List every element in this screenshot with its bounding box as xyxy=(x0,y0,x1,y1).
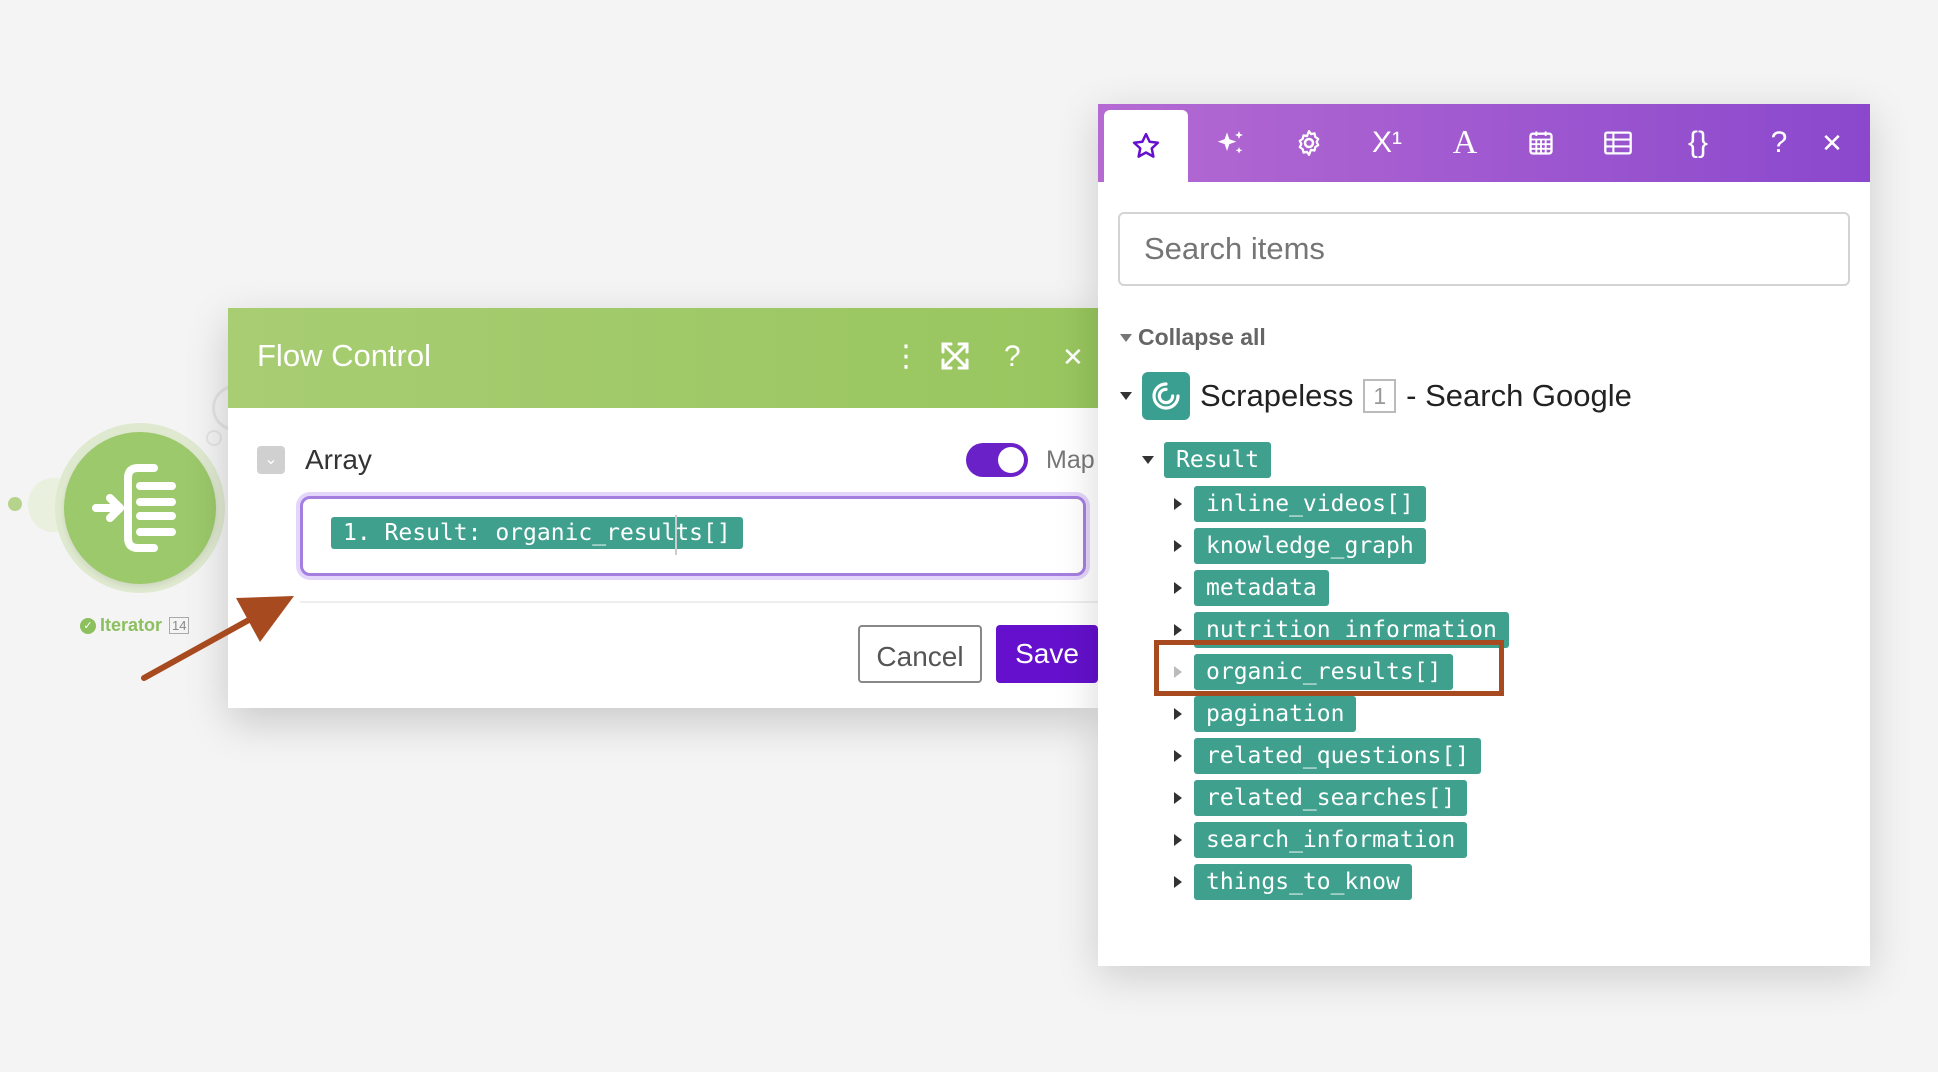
chevron-right-icon xyxy=(1174,876,1182,888)
chevron-down-icon xyxy=(1120,392,1132,400)
text-caret xyxy=(675,515,677,555)
annotation-highlight-box xyxy=(1154,640,1504,696)
chevron-down-icon xyxy=(1142,456,1154,464)
module-suffix: - Search Google xyxy=(1406,378,1632,413)
check-icon: ✓ xyxy=(80,617,96,634)
flow-control-dialog: Flow Control ⋮ ? ✕ ⌄ Array Map 1. Result… xyxy=(228,308,1098,708)
item-tag[interactable]: inline_videos[] xyxy=(1194,486,1426,522)
chevron-right-icon xyxy=(1174,540,1182,552)
flow-control-header: Flow Control ⋮ ? ✕ xyxy=(228,308,1098,408)
item-tag[interactable]: things_to_know xyxy=(1194,864,1412,900)
divider xyxy=(300,601,1098,603)
mapping-tab-bar: X¹ A {} ? ✕ xyxy=(1098,104,1870,182)
save-button[interactable]: Save xyxy=(996,625,1098,683)
list-item[interactable]: related_questions[] xyxy=(1174,738,1482,774)
chevron-right-icon xyxy=(1174,750,1182,762)
superscript-glyph: X¹ xyxy=(1372,126,1402,159)
chevron-right-icon xyxy=(1174,582,1182,594)
map-toggle[interactable] xyxy=(966,443,1028,477)
item-tag[interactable]: metadata xyxy=(1194,570,1329,606)
list-item[interactable]: inline_videos[] xyxy=(1174,486,1426,522)
route-dot xyxy=(8,497,22,511)
list-item[interactable]: things_to_know xyxy=(1174,864,1412,900)
scrapeless-icon xyxy=(1142,372,1190,420)
help-glyph: ? xyxy=(1770,126,1788,159)
flow-control-title: Flow Control xyxy=(257,338,431,373)
array-input[interactable]: 1. Result: organic_results[] xyxy=(300,496,1086,576)
iterator-icon[interactable] xyxy=(64,432,216,584)
chevron-right-icon xyxy=(1174,834,1182,846)
list-item[interactable]: knowledge_graph xyxy=(1174,528,1426,564)
braces-glyph: {} xyxy=(1687,126,1709,159)
collapse-all-button[interactable]: Collapse all xyxy=(1120,324,1266,351)
mapped-value-pill[interactable]: 1. Result: organic_results[] xyxy=(331,517,743,549)
chevron-right-icon xyxy=(1174,792,1182,804)
result-tag[interactable]: Result xyxy=(1164,442,1272,478)
list-item[interactable]: search_information xyxy=(1174,822,1468,858)
calendar-icon[interactable] xyxy=(1502,104,1580,182)
more-options-icon[interactable]: ⋮ xyxy=(891,340,921,374)
superscript-icon[interactable]: X¹ xyxy=(1348,104,1426,182)
braces-icon[interactable]: {} xyxy=(1659,104,1737,182)
close-icon[interactable]: ✕ xyxy=(1793,104,1871,182)
result-node[interactable]: Result xyxy=(1142,442,1272,478)
item-tag[interactable]: related_questions[] xyxy=(1194,738,1482,774)
table-icon[interactable] xyxy=(1579,104,1657,182)
chevron-down-icon xyxy=(1120,333,1132,342)
text-glyph: A xyxy=(1452,124,1478,161)
annotation-arrow xyxy=(141,596,294,681)
chevron-right-icon xyxy=(1174,708,1182,720)
list-item[interactable]: pagination xyxy=(1174,696,1357,732)
map-toggle-knob xyxy=(998,447,1024,473)
map-label: Map xyxy=(1046,446,1095,474)
expand-icon[interactable] xyxy=(940,341,970,379)
text-icon[interactable]: A xyxy=(1426,104,1504,182)
list-item[interactable]: related_searches[] xyxy=(1174,780,1468,816)
item-tag[interactable]: knowledge_graph xyxy=(1194,528,1426,564)
item-tag[interactable]: pagination xyxy=(1194,696,1357,732)
star-icon[interactable] xyxy=(1104,110,1188,182)
array-label: Array xyxy=(305,444,372,475)
mapping-panel: X¹ A {} ? ✕ Collapse all Scrapeless 1 - … xyxy=(1098,104,1870,966)
cancel-button[interactable]: Cancel xyxy=(858,625,982,683)
module-node[interactable]: Scrapeless 1 - Search Google xyxy=(1120,372,1632,420)
item-tag[interactable]: related_searches[] xyxy=(1194,780,1468,816)
collapse-all-label: Collapse all xyxy=(1138,324,1266,350)
list-item[interactable]: metadata xyxy=(1174,570,1329,606)
item-tag[interactable]: search_information xyxy=(1194,822,1468,858)
chevron-right-icon xyxy=(1174,498,1182,510)
array-collapse-checkbox[interactable]: ⌄ xyxy=(257,446,285,474)
search-input[interactable] xyxy=(1118,212,1850,286)
module-connector-dot xyxy=(206,430,222,446)
module-number: 1 xyxy=(1363,379,1397,413)
module-name: Scrapeless xyxy=(1200,378,1354,413)
close-glyph: ✕ xyxy=(1821,127,1843,158)
close-icon[interactable]: ✕ xyxy=(1062,340,1084,374)
chevron-right-icon xyxy=(1174,624,1182,636)
help-icon[interactable]: ? xyxy=(1004,340,1021,374)
gear-icon[interactable] xyxy=(1270,104,1348,182)
sparkles-icon[interactable] xyxy=(1192,104,1270,182)
